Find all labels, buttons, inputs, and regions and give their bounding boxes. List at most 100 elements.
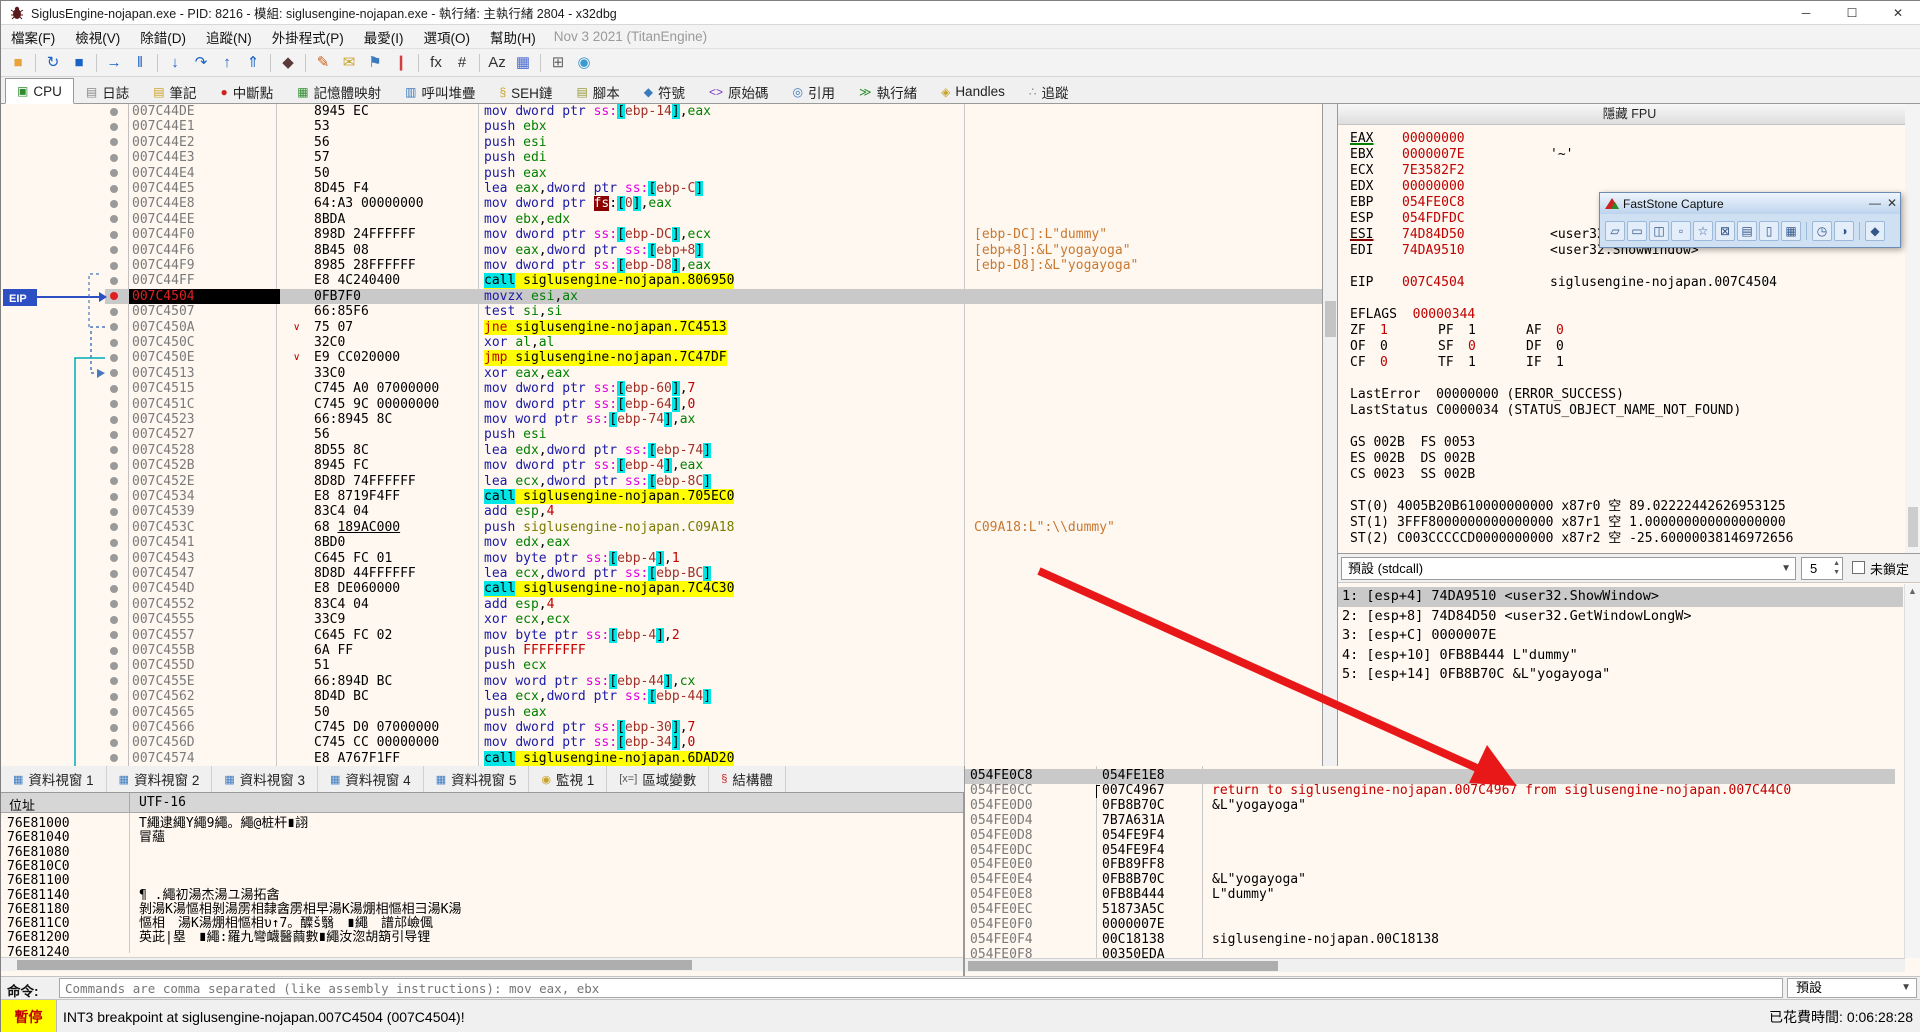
disasm-row[interactable]: 007C44E357push edi [105,150,1323,165]
disasm-row[interactable]: 007C44F68B45 08mov eax,dword ptr ss:[ebp… [105,243,1323,258]
disasm-address[interactable]: 007C44E2 [132,135,195,150]
register-row-eflags[interactable]: EFLAGS 00000344 [1350,307,1475,322]
fs-settings-palette-icon[interactable]: ◑ [1834,221,1854,241]
flags-row[interactable]: CF0TF1IF1 [1350,355,1614,370]
fs-delay-timer-icon[interactable]: ◷ [1812,221,1832,241]
menu-item[interactable]: 除錯(D) [130,24,196,50]
breakpoint-dot[interactable] [110,708,118,716]
disasm-address[interactable]: 007C44F0 [132,227,195,242]
strings-icon[interactable]: Az [485,51,509,75]
disasm-row[interactable]: 007C450E∨E9 CC020000jmp siglusengine-noj… [105,350,1323,365]
breakpoint-dot[interactable] [110,446,118,454]
breakpoint-dot[interactable] [110,262,118,270]
disasm-address[interactable]: 007C456D [132,735,195,750]
dump-horizontal-scrollbar[interactable] [1,957,964,971]
argument-row[interactable]: 2: [esp+8] 74D84D50 <user32.GetWindowLon… [1338,607,1903,627]
breakpoint-dot[interactable] [110,138,118,146]
breakpoint-dot[interactable] [110,477,118,485]
disasm-address[interactable]: 007C44E5 [132,181,195,196]
disasm-address[interactable]: 007C455B [132,643,195,658]
breakpoint-dot-active[interactable] [110,292,118,300]
breakpoint-dot[interactable] [110,616,118,624]
disasm-address[interactable]: 007C4555 [132,612,195,627]
breakpoint-dot[interactable] [110,647,118,655]
stack-row[interactable]: 054FE0D47B7A631A [965,814,1895,829]
fs-active-window-icon[interactable]: ◫ [1649,221,1669,241]
disasm-address[interactable]: 007C4574 [132,751,195,766]
breakpoint-dot[interactable] [110,416,118,424]
disasm-address[interactable]: 007C4566 [132,720,195,735]
comment-icon[interactable]: ✉ [337,51,361,75]
tab-區域變數[interactable]: [x=]區域變數 [607,766,709,792]
register-row[interactable]: EBP054FE0C8 [1350,195,1550,210]
tab-handles[interactable]: ◈Handles [929,79,1017,103]
disasm-row[interactable]: 007C450766:85F6test si,si [105,304,1323,319]
faststone-title-bar[interactable]: FastStone Capture — ✕ [1600,193,1900,214]
disasm-row[interactable]: 007C45040FB7F0movzx esi,ax [105,289,1323,304]
breakpoint-dot[interactable] [110,523,118,531]
fs-freehand-capture-icon[interactable]: ☆ [1693,221,1713,241]
menu-item[interactable]: 外掛程式(P) [262,24,354,50]
breakpoint-dot[interactable] [110,585,118,593]
breakpoint-dot[interactable] [110,215,118,223]
modules-icon[interactable]: ▦ [511,51,535,75]
tab-資料視窗 4[interactable]: ▦資料視窗 4 [318,766,424,792]
stack-row[interactable]: 054FE0F00000007E [965,918,1895,933]
breakpoint-dot[interactable] [110,339,118,347]
argument-row[interactable]: 5: [esp+14] 0FB8B70C &L"yogayoga" [1338,665,1903,685]
stack-row[interactable]: 054FE0D00FB8B70C&L"yogayoga" [965,799,1895,814]
unlock-checkbox[interactable] [1852,561,1865,574]
pause-icon[interactable]: ‖ [128,51,152,75]
scroll-up-icon[interactable]: ▲ [1908,586,1917,596]
menu-item[interactable]: 選項(O) [414,24,481,50]
breakpoint-dot[interactable] [110,200,118,208]
minimize-button[interactable]: ─ [1783,1,1829,25]
stack-horizontal-scrollbar[interactable] [965,958,1905,972]
breakpoint-dot[interactable] [110,631,118,639]
disasm-row[interactable]: 007C450C32C0xor al,al [105,335,1323,350]
disasm-row[interactable]: 007C44E864:A3 00000000mov dword ptr fs:[… [105,196,1323,211]
disasm-row[interactable]: 007C452366:8945 8Cmov word ptr ss:[ebp-7… [105,412,1323,427]
disasm-address[interactable]: 007C4507 [132,304,195,319]
tab-資料視窗 1[interactable]: ▦資料視窗 1 [1,766,107,792]
disasm-address[interactable]: 007C44FF [132,273,195,288]
stack-row[interactable]: 054FE0F400C18138siglusengine-nojapan.00C… [965,933,1895,948]
tab-資料視窗 2[interactable]: ▦資料視窗 2 [107,766,213,792]
dump-panel[interactable]: 位址 UTF-16 76E81000T繩逮繩Y繩9繩。繩@桩杆∎詡76E8104… [1,793,964,976]
disasm-row[interactable]: 007C455283C4 04add esp,4 [105,597,1323,612]
breakpoint-dot[interactable] [110,108,118,116]
stack-row[interactable]: 054FE0CC007C4967return to siglusengine-n… [965,784,1895,799]
disasm-row[interactable]: 007C452B8945 FCmov dword ptr ss:[ebp-4],… [105,458,1323,473]
disasm-address[interactable]: 007C4515 [132,381,195,396]
arguments-scrollbar[interactable]: ▲ [1904,584,1920,767]
label-icon[interactable]: ⚑ [363,51,387,75]
breakpoint-dot[interactable] [110,724,118,732]
dump-address-column-header[interactable]: 位址 [9,795,35,814]
breakpoint-dot[interactable] [110,693,118,701]
disasm-row[interactable]: 007C453983C4 04add esp,4 [105,504,1323,519]
breakpoint-dot[interactable] [110,354,118,362]
disasm-row[interactable]: 007C454DE8 DE060000call siglusengine-noj… [105,581,1323,596]
breakpoint-dot[interactable] [110,369,118,377]
disasm-address[interactable]: 007C4565 [132,705,195,720]
tab-腳本[interactable]: ▤腳本 [564,79,631,103]
step-into-icon[interactable]: ↓ [163,51,187,75]
disasm-address[interactable]: 007C4528 [132,443,195,458]
function-icon[interactable]: fx [424,51,448,75]
disasm-row[interactable]: 007C45628D4D BClea ecx,dword ptr ss:[ebp… [105,689,1323,704]
breakpoint-dot[interactable] [110,431,118,439]
disasm-address[interactable]: 007C4543 [132,551,195,566]
disasm-address[interactable]: 007C4527 [132,427,195,442]
tab-記憶體映射[interactable]: ▦記憶體映射 [285,79,393,103]
breakpoint-dot[interactable] [110,662,118,670]
menu-item[interactable]: 檔案(F) [1,24,65,50]
bookmark-icon[interactable]: ❙ [389,51,413,75]
argument-row[interactable]: 4: [esp+10] 0FB8B444 L"dummy" [1338,646,1903,666]
disasm-row[interactable]: 007C44E450push eax [105,166,1323,181]
disasm-address[interactable]: 007C44EE [132,212,195,227]
breakpoint-dot[interactable] [110,508,118,516]
disasm-address[interactable]: 007C4539 [132,504,195,519]
disasm-row[interactable]: 007C44E58D45 F4lea eax,dword ptr ss:[ebp… [105,181,1323,196]
fs-acquire-wizard-icon[interactable]: ◆ [1865,221,1885,241]
fs-open-icon[interactable]: ▱ [1605,221,1625,241]
